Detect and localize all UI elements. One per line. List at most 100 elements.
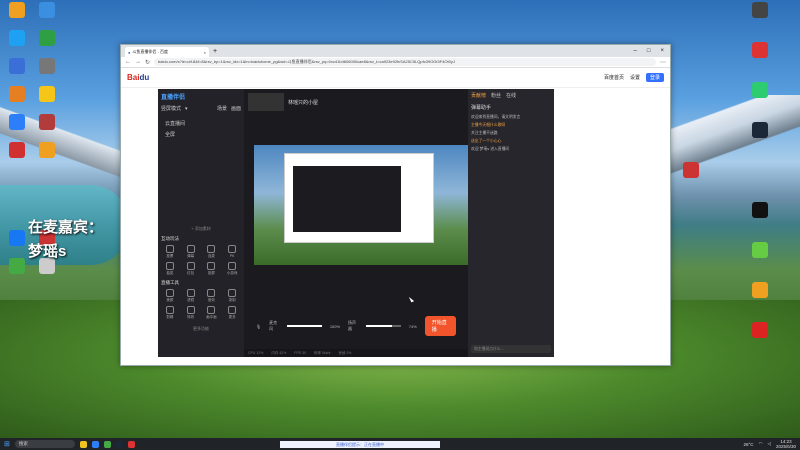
site-link-home[interactable]: 百度首页: [604, 74, 624, 81]
forward-icon[interactable]: →: [135, 59, 141, 65]
close-window-button[interactable]: ×: [660, 48, 664, 54]
close-tab-icon[interactable]: ×: [204, 50, 206, 55]
baidu-logo: Baidu: [127, 73, 150, 82]
desktop-icon[interactable]: [32, 114, 62, 131]
tool-item[interactable]: 录制: [223, 289, 241, 303]
app-icon: [752, 2, 768, 18]
desktop-icon[interactable]: [2, 58, 32, 75]
desktop-icon[interactable]: [676, 162, 706, 179]
speaker-slider[interactable]: [366, 325, 401, 327]
tool-icon: [207, 262, 216, 270]
chevron-down-icon[interactable]: ▾: [185, 106, 188, 112]
right-tab[interactable]: 粉丝: [491, 92, 501, 99]
app-icon[interactable]: [127, 440, 135, 448]
tool-item[interactable]: 连麦: [203, 245, 221, 259]
file-explorer-icon[interactable]: [79, 440, 87, 448]
desktop-icon[interactable]: [32, 58, 62, 75]
chat-message: 关注主播不迷路: [471, 131, 498, 135]
desktop-icon[interactable]: [745, 82, 775, 99]
taskbar-search[interactable]: 搜索: [14, 440, 75, 448]
chat-message: 欢迎来到直播间，请文明发言: [471, 115, 521, 119]
app-icon: [39, 58, 55, 74]
desktop-icon[interactable]: [745, 2, 775, 19]
minimize-button[interactable]: –: [634, 48, 637, 54]
browser-tab[interactable]: ● 斗鱼直播伴侣 - 百度 ×: [125, 47, 209, 57]
tool-item[interactable]: 音效: [203, 289, 221, 303]
app-icon: [9, 58, 25, 74]
wifi-icon[interactable]: ◠: [759, 441, 763, 447]
tool-label: 美颜: [166, 298, 174, 302]
browser-icon[interactable]: [91, 440, 99, 448]
tool-item[interactable]: 美颜: [161, 289, 179, 303]
right-tab[interactable]: 在线: [506, 92, 516, 99]
back-icon[interactable]: ←: [125, 59, 131, 65]
clock[interactable]: 14:23 2025/6/30: [776, 439, 796, 449]
tool-label: 连麦: [207, 254, 215, 258]
maximize-button[interactable]: □: [647, 48, 651, 54]
desktop-icon[interactable]: [2, 114, 32, 131]
new-tab-button[interactable]: +: [209, 48, 221, 57]
tool-item[interactable]: 滤镜: [182, 289, 200, 303]
tool-item[interactable]: 红包: [182, 262, 200, 276]
more-functions-button[interactable]: 更多功能: [161, 326, 241, 332]
desktop-icon[interactable]: [745, 42, 775, 59]
steam-icon[interactable]: [115, 440, 123, 448]
clock-date: 2025/6/30: [775, 444, 796, 449]
tool-item[interactable]: 特效: [182, 306, 200, 320]
tool-icon: [228, 245, 237, 253]
wechat-icon[interactable]: [103, 440, 111, 448]
desktop-icon[interactable]: [2, 2, 32, 19]
tool-item[interactable]: 投屏: [203, 262, 221, 276]
desktop-icon[interactable]: [745, 242, 775, 259]
extensions-icon[interactable]: ⋯: [660, 59, 666, 66]
tool-item[interactable]: 小游戏: [223, 262, 241, 276]
right-tabs: 贡献榜 粉丝 在线: [471, 92, 551, 99]
tool-item[interactable]: 投票: [161, 245, 179, 259]
audio-controls: 🎙 麦克风 100% 扬声器 74% 开始直播: [244, 313, 468, 339]
url-field[interactable]: baidu.com/s?ie=utf-8&f=8&rsv_bp=1&rsv_id…: [154, 58, 656, 66]
tool-icon: [207, 289, 216, 297]
tool-item[interactable]: 剪辑: [161, 306, 179, 320]
right-tab[interactable]: 贡献榜: [471, 92, 486, 99]
desktop-icon[interactable]: [2, 30, 32, 47]
browser-window: ● 斗鱼直播伴侣 - 百度 × + – □ × ← → ↻ baidu.com/…: [120, 44, 671, 366]
desktop-icon[interactable]: [32, 142, 62, 159]
tool-item[interactable]: 画中画: [203, 306, 221, 320]
desktop-icon[interactable]: [745, 202, 775, 219]
mic-icon[interactable]: 🎙: [256, 324, 261, 329]
weather[interactable]: 26°C: [744, 442, 754, 447]
desktop-icon[interactable]: [745, 122, 775, 139]
chat-message: 欢迎 梦瑶s 进入直播间: [471, 147, 510, 151]
chat-input[interactable]: 和主播说点什么...: [471, 345, 551, 353]
tool-item[interactable]: 弹幕: [182, 245, 200, 259]
tool-item[interactable]: 抽奖: [161, 262, 179, 276]
desktop-icon[interactable]: [32, 30, 62, 47]
scene-item[interactable]: 全屏: [161, 129, 241, 140]
mic-slider[interactable]: [287, 325, 322, 327]
notification-toast[interactable]: 直播伴侣提示：正在直播中: [280, 441, 440, 448]
add-source-button[interactable]: + 添加素材: [161, 226, 241, 232]
desktop-icon[interactable]: [32, 86, 62, 103]
start-live-button[interactable]: 开始直播: [424, 316, 457, 336]
desktop-icon[interactable]: [2, 142, 32, 159]
desktop-icon[interactable]: [745, 322, 775, 339]
login-button[interactable]: 登录: [645, 73, 664, 82]
site-link-settings[interactable]: 设置: [630, 74, 640, 81]
reload-icon[interactable]: ↻: [145, 59, 150, 66]
system-tray: 26°C ◠ ◁ 14:23 2025/6/30: [744, 439, 797, 449]
volume-icon[interactable]: ◁: [768, 441, 771, 447]
tool-icon: [228, 262, 237, 270]
desktop-icon[interactable]: [32, 2, 62, 19]
tool-item[interactable]: PK: [223, 245, 241, 259]
tab-scene[interactable]: 场景: [217, 105, 227, 112]
scene-item[interactable]: 云直播间: [161, 118, 241, 129]
desktop-icon[interactable]: [745, 282, 775, 299]
tool-item[interactable]: 更多: [223, 306, 241, 320]
desktop-icon[interactable]: [2, 86, 32, 103]
tool-icon: [186, 262, 195, 270]
mode-selector[interactable]: 竖屏模式: [161, 105, 181, 112]
tab-canvas[interactable]: 画面: [231, 105, 241, 112]
live-preview[interactable]: [254, 145, 469, 265]
windows-start-icon[interactable]: ⊞: [4, 440, 10, 448]
tools-title: 直播工具: [161, 280, 179, 285]
